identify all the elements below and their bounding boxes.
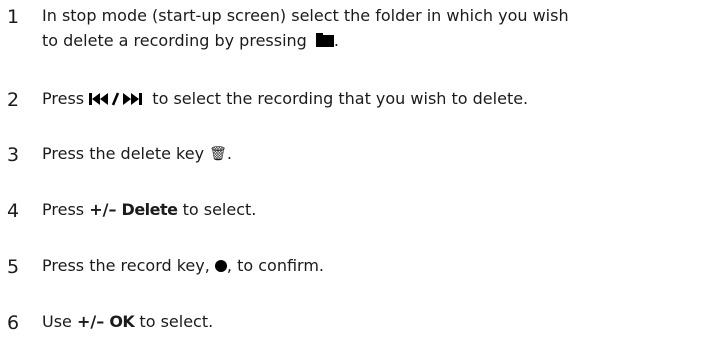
step-text-fragment: Press — [42, 200, 90, 219]
step-number: 5 — [7, 256, 20, 278]
step-text-fragment: Press the delete key — [42, 144, 210, 163]
plus-minus-key: +/– — [76, 312, 105, 331]
step-number: 3 — [7, 144, 20, 166]
step-number: 1 — [7, 6, 20, 28]
plus-minus-key: +/– — [89, 200, 117, 219]
step-text: Press the record key, , to confirm. — [42, 253, 697, 278]
step-text-fragment: to delete a recording by pressing — [42, 31, 312, 50]
folder-icon — [315, 32, 334, 47]
record-dot-icon — [214, 259, 227, 272]
step-number: 6 — [7, 312, 20, 334]
step-text: Press +/– Delete to select. — [42, 197, 697, 222]
step-text: Press to select the recording that you w… — [42, 86, 697, 111]
step-text-fragment: Press the record key, — [42, 256, 215, 275]
step-text-line-2: to delete a recording by pressing . — [42, 28, 697, 53]
step-number: 2 — [7, 89, 20, 111]
step-text: Press the delete key 🗑. — [42, 141, 697, 166]
step-text-fragment: . — [333, 31, 339, 50]
step-text-fragment: . — [226, 144, 232, 163]
step-text-fragment: , to confirm. — [226, 256, 325, 275]
step-text-fragment: to select. — [134, 312, 214, 331]
menu-option-delete: Delete — [121, 200, 178, 219]
step-text-fragment: Press — [42, 89, 90, 108]
trash-icon: 🗑 — [209, 145, 227, 162]
step-text: Use +/– OK to select. — [42, 309, 697, 334]
step-number: 4 — [7, 200, 20, 222]
step-text-line-1: In stop mode (start-up screen) select th… — [42, 6, 569, 25]
step-text-fragment: Use — [42, 312, 77, 331]
skip-back-forward-icon — [89, 92, 147, 106]
step-text-fragment: to select. — [177, 200, 257, 219]
instruction-steps: 1 In stop mode (start-up screen) select … — [0, 0, 705, 351]
step-text-fragment: to select the recording that you wish to… — [147, 89, 529, 108]
step-text: In stop mode (start-up screen) select th… — [42, 3, 697, 53]
menu-option-ok: OK — [109, 312, 135, 331]
